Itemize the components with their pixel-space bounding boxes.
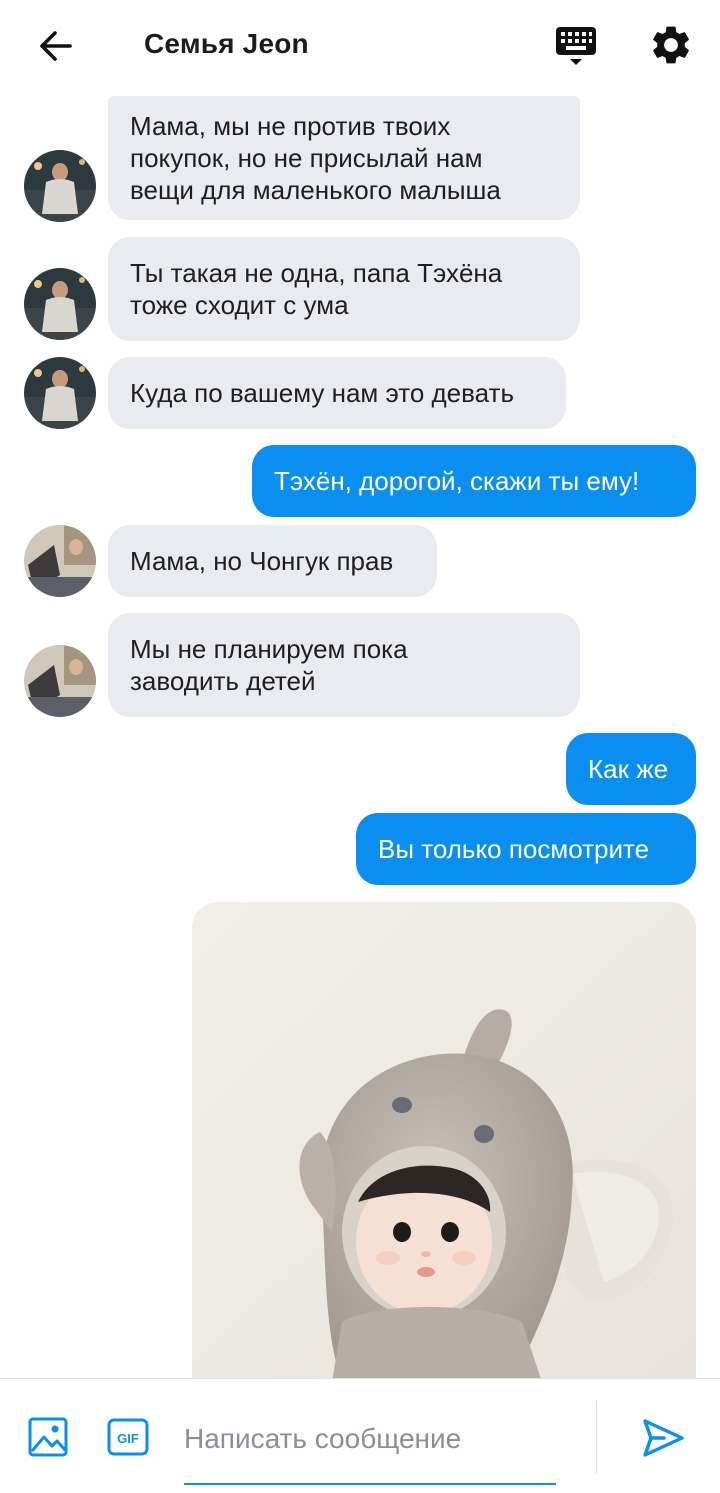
send-icon [643,1419,684,1457]
image-icon [28,1417,68,1457]
chat-title: Семья Jeon [144,28,309,59]
keyboard-icon [556,27,596,65]
back-button[interactable] [34,24,78,68]
gif-button[interactable]: GIF [106,1417,150,1457]
keyboard-button[interactable] [552,24,600,68]
message-bubble[interactable]: Мама, но Чонгук прав [108,525,437,597]
message-bubble[interactable]: Ты такая не одна, папа Тэхёна тоже сходи… [108,237,580,341]
message-bubble[interactable]: Куда по вашему нам это девать [108,357,566,429]
avatar[interactable] [24,150,96,222]
arrow-left-icon [40,31,72,61]
send-button[interactable] [640,1415,686,1461]
svg-text:GIF: GIF [117,1431,139,1446]
avatar[interactable] [24,268,96,340]
input-underline [184,1483,556,1485]
divider [596,1401,597,1473]
attach-image-button[interactable] [26,1415,70,1459]
settings-button[interactable] [648,22,694,68]
avatar[interactable] [24,525,96,597]
chat-header: Семья Jeon [0,0,720,92]
message-bubble[interactable]: Мама, мы не против твоих покупок, но не … [108,96,580,220]
gif-icon: GIF [107,1418,149,1456]
avatar[interactable] [24,645,96,717]
message-composer: GIF [0,1378,720,1493]
image-message[interactable] [192,902,696,1382]
message-bubble[interactable]: Тэхён, дорогой, скажи ты ему! [252,445,696,517]
gear-icon [653,26,689,64]
message-bubble[interactable]: Как же [566,733,696,805]
avatar[interactable] [24,357,96,429]
message-bubble[interactable]: Мы не планируем пока заводить детей [108,613,580,717]
message-input[interactable] [184,1417,554,1461]
message-bubble[interactable]: Вы только посмотрите [356,813,696,885]
